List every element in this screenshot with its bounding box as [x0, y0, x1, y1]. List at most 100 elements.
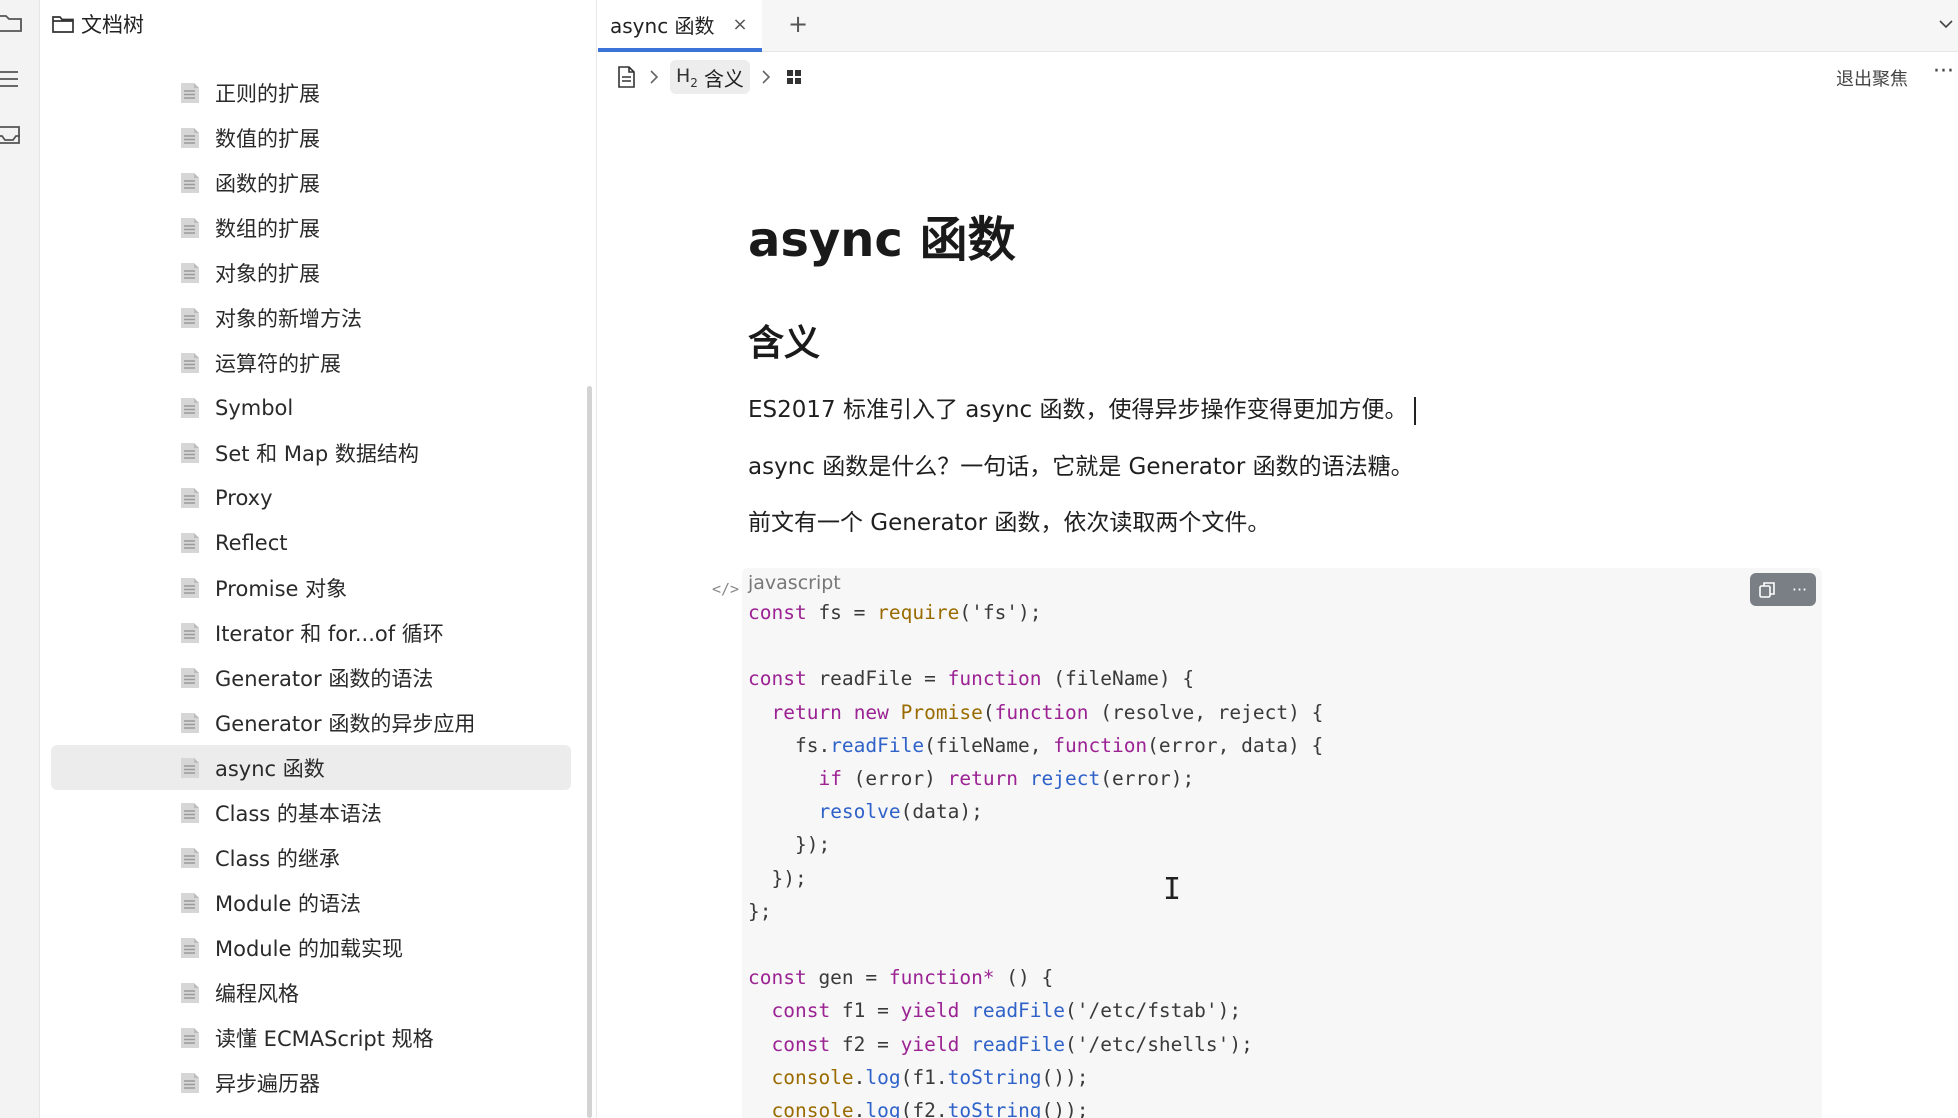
tree-item-label: 函数的扩展	[215, 171, 320, 196]
tree-item[interactable]: 读懂 ECMAScript 规格	[51, 1015, 571, 1060]
section-heading[interactable]: 含义	[748, 314, 820, 366]
tree-item[interactable]: 编程风格	[51, 970, 571, 1015]
code-token: const	[748, 601, 807, 624]
tree-item[interactable]: 正则的扩展	[51, 70, 571, 115]
exit-focus-button[interactable]: 退出聚焦	[1836, 65, 1908, 91]
document-title[interactable]: async 函数	[748, 200, 1016, 270]
add-tab-button[interactable]: +	[782, 8, 814, 40]
document-icon	[181, 847, 199, 868]
text-cursor-icon: I	[1163, 872, 1182, 907]
code-token: (data);	[900, 800, 983, 824]
code-token: yield	[900, 999, 960, 1023]
paragraph[interactable]: async 函数是什么？一句话，它就是 Generator 函数的语法糖。	[748, 447, 1414, 481]
code-token: function*	[888, 966, 995, 990]
code-line: const f2 = yield readFile('/etc/shells')…	[748, 1028, 1323, 1061]
tree-item[interactable]: Set 和 Map 数据结构	[51, 430, 571, 475]
code-token: if	[818, 767, 842, 791]
heading-tag: H	[676, 64, 691, 87]
code-token: ('/etc/fstab');	[1065, 999, 1242, 1023]
outline-icon[interactable]	[0, 66, 26, 92]
paragraph[interactable]: 前文有一个 Generator 函数，依次读取两个文件。	[748, 503, 1270, 537]
code-more-button[interactable]: ···	[1786, 576, 1814, 604]
blocks-icon[interactable]	[782, 65, 806, 89]
tree-item[interactable]: Proxy	[51, 475, 571, 520]
folder-icon	[52, 16, 74, 33]
folder-icon[interactable]	[0, 10, 26, 36]
breadcrumb-heading[interactable]: H2 含义	[670, 60, 750, 94]
tree-item-label: 正则的扩展	[215, 81, 320, 106]
document-icon	[181, 1072, 199, 1093]
document-icon	[181, 802, 199, 823]
tree-item[interactable]: async 函数	[51, 745, 571, 790]
tree-item[interactable]: Generator 函数的语法	[51, 655, 571, 700]
tree-item[interactable]: 对象的新增方法	[51, 295, 571, 340]
tree-item[interactable]: Iterator 和 for...of 循环	[51, 610, 571, 655]
tree-item[interactable]: 对象的扩展	[51, 250, 571, 295]
code-line: const fs = require('fs');	[748, 596, 1323, 629]
tab-label: async 函数	[610, 13, 715, 38]
tree-item[interactable]: Reflect	[51, 520, 571, 565]
tree-item-label: Class 的继承	[215, 846, 340, 871]
code-token: fs.	[748, 733, 831, 757]
inbox-icon[interactable]	[0, 122, 26, 148]
text-caret	[1413, 396, 1416, 425]
code-token: f2 =	[830, 1032, 901, 1056]
tree-item[interactable]: Module 的语法	[51, 880, 571, 925]
tree-item-label: Generator 函数的异步应用	[215, 711, 476, 736]
tab-async-function[interactable]: async 函数 ×	[598, 0, 762, 52]
code-token: function	[1053, 733, 1148, 757]
code-block-icon[interactable]: </>	[712, 580, 739, 602]
tree-item[interactable]: 运算符的扩展	[51, 340, 571, 385]
tree-scrollbar[interactable]	[587, 386, 592, 1118]
code-token: log	[865, 1099, 901, 1118]
document-icon	[181, 352, 199, 373]
tree-item[interactable]: Symbol	[51, 385, 571, 430]
tree-item[interactable]: 数值的扩展	[51, 115, 571, 160]
tree-item-label: 数组的扩展	[215, 216, 320, 241]
chevron-down-icon[interactable]	[1934, 8, 1958, 40]
document-icon	[181, 622, 199, 643]
tree-item[interactable]: 数组的扩展	[51, 205, 571, 250]
tree-item[interactable]: 函数的扩展	[51, 160, 571, 205]
code-language-label[interactable]: javascript	[748, 572, 841, 594]
code-token: const	[771, 999, 831, 1023]
tree-item[interactable]: Class 的继承	[51, 835, 571, 880]
close-icon[interactable]: ×	[733, 14, 748, 35]
tree-item[interactable]: Generator 函数的异步应用	[51, 700, 571, 745]
code-line: return new Promise(function (resolve, re…	[748, 696, 1323, 729]
paragraph[interactable]: ES2017 标准引入了 async 函数，使得异步操作变得更加方便。	[748, 390, 1416, 425]
code-line: });	[748, 862, 1323, 895]
doc-tree-header: 文档树	[41, 0, 596, 48]
tree-item-label: Module 的加载实现	[215, 936, 404, 961]
copy-icon[interactable]	[1753, 576, 1781, 604]
tree-item-label: Symbol	[215, 395, 294, 420]
code-token: readFile =	[806, 667, 948, 691]
tree-item-label: Module 的语法	[215, 891, 362, 916]
paragraph-text: ES2017 标准引入了 async 函数，使得异步操作变得更加方便。	[748, 397, 1408, 423]
code-token: fs =	[806, 601, 878, 624]
more-options-button[interactable]: ···	[1933, 59, 1954, 84]
code-token: const	[748, 966, 807, 990]
document-icon[interactable]	[614, 65, 638, 89]
document-icon	[181, 442, 199, 463]
tree-item[interactable]: Promise 对象	[51, 565, 571, 610]
tree-item-label: 读懂 ECMAScript 规格	[215, 1026, 434, 1051]
tree-item[interactable]: Class 的基本语法	[51, 790, 571, 835]
code-content[interactable]: const fs = require('fs'); const readFile…	[748, 596, 1323, 1118]
document-icon	[181, 262, 199, 283]
code-token: function	[947, 667, 1042, 691]
tree-item[interactable]: 异步遍历器	[51, 1060, 571, 1105]
tree-item[interactable]: Module 的加载实现	[51, 925, 571, 970]
code-token: return	[771, 700, 842, 724]
code-token: ());	[1041, 1065, 1089, 1089]
code-block[interactable]: javascript ··· const fs = require('fs');…	[742, 568, 1822, 1118]
code-token: (error, data) {	[1147, 733, 1324, 757]
code-token: readFile	[971, 1032, 1066, 1056]
code-token: return	[947, 767, 1019, 791]
code-token: };	[748, 899, 772, 923]
code-line: const f1 = yield readFile('/etc/fstab');	[748, 994, 1323, 1027]
